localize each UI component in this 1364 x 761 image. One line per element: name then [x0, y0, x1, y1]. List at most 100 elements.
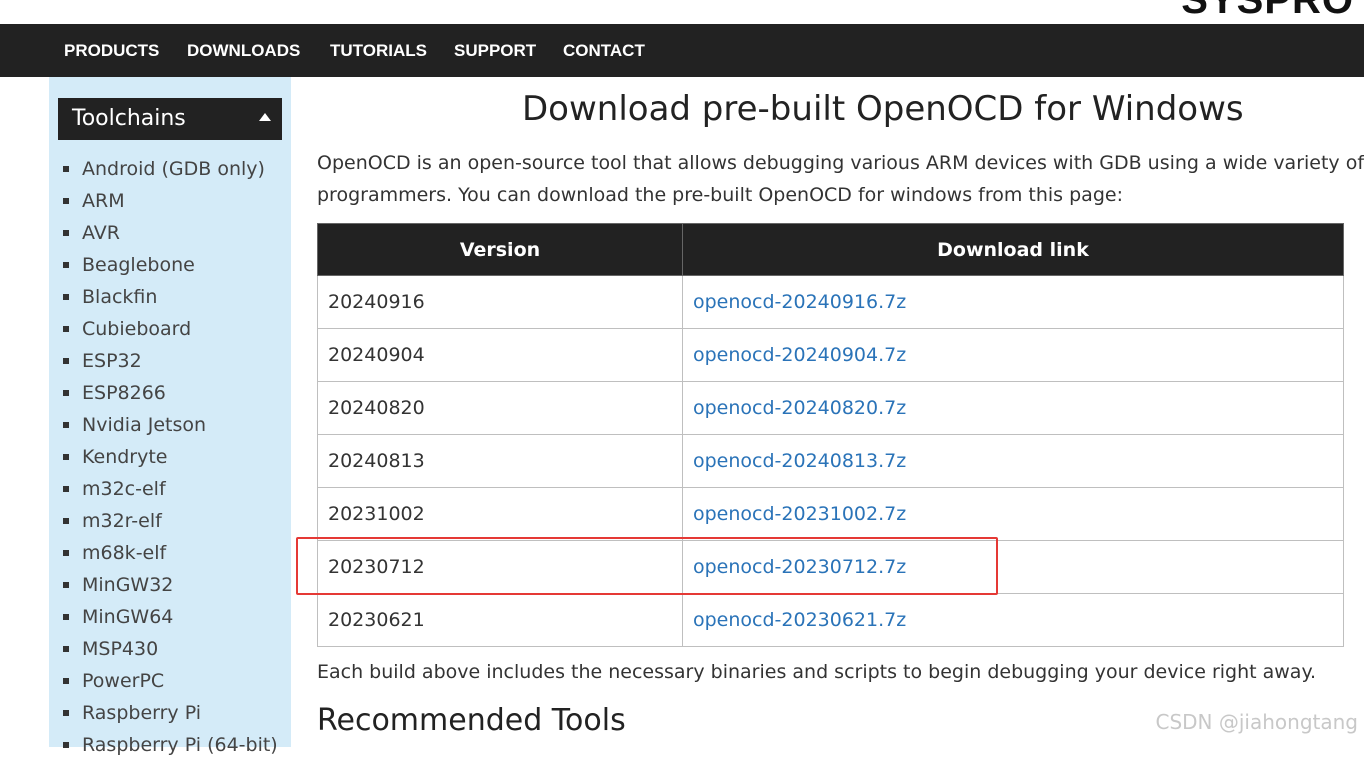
- bullet-icon: [63, 582, 69, 588]
- sidebar-item-msp430[interactable]: MSP430: [49, 633, 278, 665]
- sidebar-item-label: Cubieboard: [82, 318, 192, 340]
- table-header-row: Version Download link: [317, 223, 1344, 276]
- bullet-icon: [63, 262, 69, 268]
- builds-footnote: Each build above includes the necessary …: [317, 661, 1317, 683]
- sidebar-item-label: MinGW64: [82, 606, 174, 628]
- download-link[interactable]: openocd-20240820.7z: [693, 397, 906, 419]
- bullet-icon: [63, 390, 69, 396]
- link-cell: openocd-20231002.7z: [682, 487, 1344, 541]
- nav-downloads[interactable]: DOWNLOADS: [187, 24, 300, 77]
- sidebar-item-label: MinGW32: [82, 574, 174, 596]
- sidebar-item-powerpc[interactable]: PowerPC: [49, 665, 278, 697]
- table-row: 20230621 openocd-20230621.7z: [317, 593, 1344, 647]
- sidebar-item-label: ARM: [82, 190, 125, 212]
- sidebar-item-nvidia-jetson[interactable]: Nvidia Jetson: [49, 409, 278, 441]
- sidebar-item-raspberry-pi[interactable]: Raspberry Pi: [49, 697, 278, 729]
- version-cell: 20240820: [317, 381, 683, 435]
- sidebar-item-mingw32[interactable]: MinGW32: [49, 569, 278, 601]
- version-cell: 20231002: [317, 487, 683, 541]
- link-cell: openocd-20230712.7z: [682, 540, 1344, 594]
- sidebar-item-label: Kendryte: [82, 446, 168, 468]
- logo-strip: SYSPRO: [0, 0, 1364, 24]
- watermark: CSDN @jiahongtang: [1155, 710, 1359, 734]
- bullet-icon: [63, 422, 69, 428]
- bullet-icon: [63, 550, 69, 556]
- bullet-icon: [63, 518, 69, 524]
- version-cell: 20230712: [317, 540, 683, 594]
- section-title-recommended-tools: Recommended Tools: [317, 703, 626, 738]
- bullet-icon: [63, 326, 69, 332]
- bullet-icon: [63, 294, 69, 300]
- bullet-icon: [63, 646, 69, 652]
- sidebar-item-beaglebone[interactable]: Beaglebone: [49, 249, 278, 281]
- sidebar-title: Toolchains: [72, 106, 186, 131]
- download-link[interactable]: openocd-20230712.7z: [693, 556, 906, 578]
- version-cell: 20240813: [317, 434, 683, 488]
- bullet-icon: [63, 230, 69, 236]
- sidebar-item-label: ESP8266: [82, 382, 166, 404]
- link-cell: openocd-20240904.7z: [682, 328, 1344, 382]
- sidebar-item-label: Raspberry Pi (64-bit): [82, 734, 278, 756]
- table-row: 20240904 openocd-20240904.7z: [317, 328, 1344, 382]
- intro-line-2: programmers. You can download the pre-bu…: [317, 184, 1123, 206]
- sidebar-item-label: PowerPC: [82, 670, 165, 692]
- table-row: 20240813 openocd-20240813.7z: [317, 434, 1344, 488]
- sidebar-item-blackfin[interactable]: Blackfin: [49, 281, 278, 313]
- bullet-icon: [63, 742, 69, 748]
- table-row-highlighted: 20230712 openocd-20230712.7z: [317, 540, 1344, 594]
- sidebar-item-label: m68k-elf: [82, 542, 167, 564]
- table-row: 20231002 openocd-20231002.7z: [317, 487, 1344, 541]
- sidebar: Toolchains Android (GDB only) ARM AVR Be…: [49, 77, 291, 756]
- version-cell: 20230621: [317, 593, 683, 647]
- sidebar-item-m32c-elf[interactable]: m32c-elf: [49, 473, 278, 505]
- bullet-icon: [63, 198, 69, 204]
- link-cell: openocd-20240820.7z: [682, 381, 1344, 435]
- sidebar-item-m32r-elf[interactable]: m32r-elf: [49, 505, 278, 537]
- sidebar-item-label: Android (GDB only): [82, 158, 265, 180]
- bullet-icon: [63, 454, 69, 460]
- bullet-icon: [63, 358, 69, 364]
- intro-line-1: OpenOCD is an open-source tool that allo…: [317, 152, 1364, 174]
- version-cell: 20240904: [317, 328, 683, 382]
- sidebar-item-raspberry-pi-64[interactable]: Raspberry Pi (64-bit): [49, 729, 278, 761]
- sidebar-item-esp8266[interactable]: ESP8266: [49, 377, 278, 409]
- download-link[interactable]: openocd-20240904.7z: [693, 344, 906, 366]
- sidebar-item-arm[interactable]: ARM: [49, 185, 278, 217]
- column-header-version: Version: [317, 223, 683, 276]
- sidebar-item-m68k-elf[interactable]: m68k-elf: [49, 537, 278, 569]
- download-link[interactable]: openocd-20230621.7z: [693, 609, 906, 631]
- bullet-icon: [63, 710, 69, 716]
- download-link[interactable]: openocd-20240813.7z: [693, 450, 906, 472]
- sidebar-toggle[interactable]: Toolchains: [58, 98, 282, 140]
- table-row: 20240916 openocd-20240916.7z: [317, 275, 1344, 329]
- site-logo[interactable]: SYSPRO: [1181, 0, 1354, 23]
- sidebar-item-kendryte[interactable]: Kendryte: [49, 441, 278, 473]
- table-row: 20240820 openocd-20240820.7z: [317, 381, 1344, 435]
- nav-tutorials[interactable]: TUTORIALS: [330, 24, 427, 77]
- sidebar-item-label: m32c-elf: [82, 478, 166, 500]
- nav-support[interactable]: SUPPORT: [454, 24, 536, 77]
- sidebar-item-label: Beaglebone: [82, 254, 195, 276]
- sidebar-item-android[interactable]: Android (GDB only): [49, 153, 278, 185]
- sidebar-item-label: m32r-elf: [82, 510, 162, 532]
- download-link[interactable]: openocd-20231002.7z: [693, 503, 906, 525]
- nav-products[interactable]: PRODUCTS: [64, 24, 159, 77]
- sidebar-item-label: MSP430: [82, 638, 159, 660]
- bullet-icon: [63, 614, 69, 620]
- sidebar-item-cubieboard[interactable]: Cubieboard: [49, 313, 278, 345]
- toolchain-list: Android (GDB only) ARM AVR Beaglebone Bl…: [49, 153, 278, 761]
- sidebar-item-label: Blackfin: [82, 286, 158, 308]
- nav-contact[interactable]: CONTACT: [563, 24, 645, 77]
- main-content: Download pre-built OpenOCD for Windows O…: [317, 77, 1364, 747]
- sidebar-item-avr[interactable]: AVR: [49, 217, 278, 249]
- page-title: Download pre-built OpenOCD for Windows: [522, 89, 1244, 129]
- caret-up-icon: [259, 113, 271, 121]
- bullet-icon: [63, 166, 69, 172]
- column-header-download-link: Download link: [682, 223, 1344, 276]
- link-cell: openocd-20240916.7z: [682, 275, 1344, 329]
- sidebar-item-esp32[interactable]: ESP32: [49, 345, 278, 377]
- bullet-icon: [63, 486, 69, 492]
- sidebar-item-mingw64[interactable]: MinGW64: [49, 601, 278, 633]
- download-link[interactable]: openocd-20240916.7z: [693, 291, 906, 313]
- sidebar-item-label: Nvidia Jetson: [82, 414, 207, 436]
